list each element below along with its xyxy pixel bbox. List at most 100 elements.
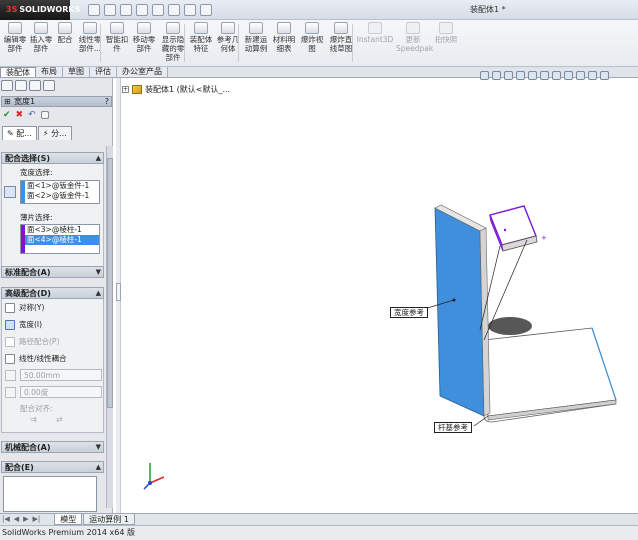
angle-input[interactable]: 0.00度: [20, 386, 102, 398]
hide-show-icon[interactable]: [552, 71, 561, 80]
ribbon-button-7[interactable]: 装配体 特征: [188, 22, 214, 66]
width-mate-icon: ⊞: [4, 97, 11, 106]
new-icon[interactable]: [88, 4, 100, 16]
list-item[interactable]: 面<2>@钣金件-1: [21, 191, 99, 201]
appearance-icon[interactable]: [564, 71, 573, 80]
mates-list[interactable]: [3, 476, 97, 512]
option-label: 线性/线性耦合: [19, 354, 67, 363]
tab-analysis[interactable]: ⚡ 分...: [37, 126, 72, 140]
distance-input[interactable]: 50.00mm: [20, 369, 102, 381]
pushpin-icon[interactable]: [40, 111, 49, 119]
ribbon-button-0[interactable]: 编辑零 部件: [2, 22, 28, 66]
linear-coupler-option[interactable]: 线性/线性耦合: [5, 353, 67, 364]
splitter-grip-icon[interactable]: [116, 283, 121, 301]
tab-reference-callout[interactable]: 杆基参考: [434, 422, 472, 433]
mate-selection-header[interactable]: 配合选择(S) ▲: [1, 152, 104, 164]
scene-icon[interactable]: [576, 71, 585, 80]
list-item-selected[interactable]: 面<4>@棱柱-1: [21, 235, 99, 245]
property-manager-panel: ⊞ 宽度1 ? ✔ ✖ ↶ ✎ 配... ⚡ 分... 配合选择(S) ▲ 宽度…: [0, 78, 113, 513]
save-icon[interactable]: [120, 4, 132, 16]
heads-up-toolbar: [480, 71, 609, 80]
collapse-chevron-icon: ▲: [95, 289, 101, 297]
dimxpert-tab-icon[interactable]: [43, 80, 55, 91]
list-item[interactable]: 面<1>@钣金件-1: [21, 181, 99, 191]
bottom-tab-bar: |◀ ◀ ▶ ▶| 模型 运动算例 1: [0, 513, 638, 525]
tab-bottom-1[interactable]: 运动算例 1: [83, 514, 135, 525]
monitor-icon[interactable]: [600, 71, 609, 80]
print-icon[interactable]: [136, 4, 148, 16]
assembly-model[interactable]: +: [122, 78, 638, 513]
ok-button[interactable]: ✔: [3, 110, 11, 120]
tab-command-2[interactable]: 草图: [63, 67, 90, 77]
ribbon-button-label: 拍快照: [434, 35, 458, 44]
graphics-area[interactable]: + 装配体1 (默认<默认_... + 宽度参考 杆基参考: [122, 71, 638, 513]
next-tab-icon[interactable]: ▶: [21, 514, 30, 525]
standard-mates-header[interactable]: 标准配合(A) ▼: [1, 266, 104, 278]
ribbon-button-1[interactable]: 插入零 部件: [28, 22, 54, 66]
title-bar: 3S SOLIDWORKS 装配体1 *: [0, 0, 638, 20]
display-style-icon[interactable]: [540, 71, 549, 80]
ribbon-button-label: 移动零 部件: [132, 35, 156, 53]
tab-selection-list[interactable]: 面<3>@棱柱-1 面<4>@棱柱-1: [20, 224, 100, 254]
view-settings-icon[interactable]: [588, 71, 597, 80]
tab-analysis-label: 分...: [51, 129, 67, 138]
previous-view-icon[interactable]: [504, 71, 513, 80]
section-view-icon[interactable]: [516, 71, 525, 80]
open-icon[interactable]: [104, 4, 116, 16]
tab-command-4[interactable]: 办公室产品: [117, 67, 168, 77]
width-selection-list[interactable]: 面<1>@钣金件-1 面<2>@钣金件-1: [20, 180, 100, 204]
undo-icon[interactable]: [152, 4, 164, 16]
tab-command-0[interactable]: 装配体: [0, 67, 36, 77]
shadow: [488, 317, 532, 335]
ribbon-button-11[interactable]: 爆炸视 图: [298, 22, 326, 66]
undo-mate-icon[interactable]: ↶: [28, 110, 36, 120]
solidworks-logo[interactable]: 3S SOLIDWORKS: [0, 0, 80, 20]
options-icon[interactable]: [200, 4, 212, 16]
ribbon-button-4[interactable]: 智能扣 件: [104, 22, 130, 66]
mechanical-mates-header[interactable]: 机械配合(A) ▼: [1, 441, 104, 453]
width-reference-callout[interactable]: 宽度参考: [390, 307, 428, 318]
prism-plus-icon: +: [541, 234, 547, 242]
tab-bottom-0[interactable]: 模型: [54, 514, 83, 525]
view-orientation-icon[interactable]: [528, 71, 537, 80]
motion-study-icon: [249, 22, 263, 34]
width-mate-option[interactable]: 宽度(I): [5, 319, 42, 330]
linear-coupler-icon: [5, 353, 15, 364]
prism-marker: [503, 228, 507, 232]
anti-aligned-icon[interactable]: ⇄: [56, 415, 63, 424]
mates-header[interactable]: 配合(E) ▲: [1, 461, 104, 473]
ribbon-button-13[interactable]: Instant3D: [356, 22, 394, 66]
help-icon[interactable]: ?: [105, 97, 109, 107]
ribbon-button-15[interactable]: 拍快照: [432, 22, 460, 66]
path-mate-option[interactable]: 路径配合(P): [5, 336, 59, 347]
ribbon-button-2[interactable]: 配合: [54, 22, 76, 66]
prev-tab-icon[interactable]: ◀: [12, 514, 21, 525]
symmetric-mate-option[interactable]: 对称(Y): [5, 302, 44, 313]
ribbon-button-label: 插入零 部件: [29, 35, 53, 53]
ribbon-button-5[interactable]: 移动零 部件: [130, 22, 158, 66]
tab-command-1[interactable]: 布局: [36, 67, 63, 77]
last-tab-icon[interactable]: ▶|: [31, 514, 43, 525]
list-item[interactable]: 面<3>@棱柱-1: [21, 225, 99, 235]
feature-manager-tab-icon[interactable]: [1, 80, 13, 91]
property-subtabs: ✎ 配... ⚡ 分...: [2, 126, 73, 140]
cancel-button[interactable]: ✖: [16, 110, 24, 120]
select-icon[interactable]: [168, 4, 180, 16]
ribbon-button-9[interactable]: 新建运 动算例: [242, 22, 270, 66]
manager-tabs: [1, 80, 55, 91]
zoom-area-icon[interactable]: [492, 71, 501, 80]
configuration-manager-tab-icon[interactable]: [29, 80, 41, 91]
first-tab-icon[interactable]: |◀: [0, 514, 12, 525]
zoom-fit-icon[interactable]: [480, 71, 489, 80]
advanced-mates-header[interactable]: 高级配合(D) ▲: [1, 287, 104, 299]
tab-mates[interactable]: ✎ 配...: [2, 126, 37, 140]
aligned-icon[interactable]: ⇉: [30, 415, 37, 424]
ribbon-button-10[interactable]: 材料明 细表: [270, 22, 298, 66]
ribbon-button-14[interactable]: 更新 Speedpak: [396, 22, 433, 66]
scrollbar-thumb[interactable]: [107, 158, 113, 408]
property-manager-tab-icon[interactable]: [15, 80, 27, 91]
tab-command-3[interactable]: 评估: [90, 67, 117, 77]
panel-splitter[interactable]: [116, 78, 121, 513]
rebuild-icon[interactable]: [184, 4, 196, 16]
panel-scrollbar[interactable]: [106, 146, 113, 508]
